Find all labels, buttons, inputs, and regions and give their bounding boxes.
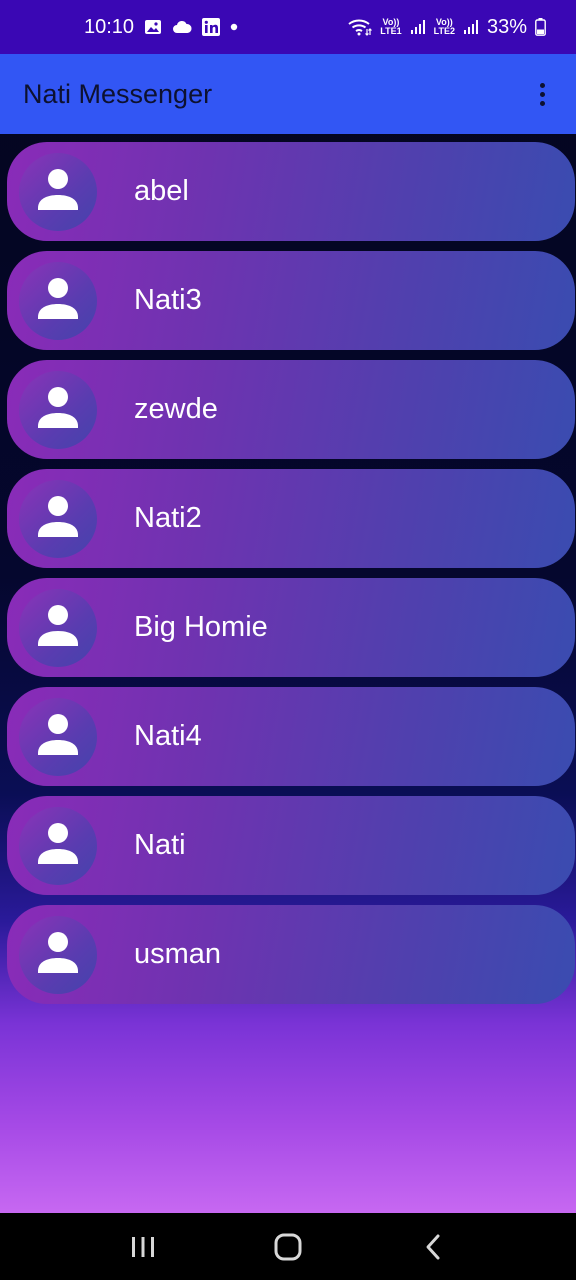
wifi-icon [348, 18, 373, 36]
battery-percent: 33% [486, 15, 527, 38]
person-icon [33, 600, 83, 655]
avatar [19, 697, 97, 776]
contact-item[interactable]: Nati [7, 796, 575, 895]
avatar [19, 588, 97, 667]
signal1-icon [410, 19, 426, 35]
avatar [19, 915, 97, 994]
status-right: Vo)) LTE1 Vo)) LTE2 33% [348, 16, 546, 39]
person-icon [33, 709, 83, 764]
status-bar: 10:10 Vo)) LTE1 Vo)) LTE2 33% [0, 0, 576, 54]
person-icon [33, 491, 83, 546]
person-icon [33, 273, 83, 328]
contact-item[interactable]: usman [7, 905, 575, 1004]
signal2-icon [463, 19, 479, 35]
home-icon[interactable] [258, 1217, 318, 1277]
sim2-indicator: Vo)) LTE2 [434, 18, 455, 36]
avatar [19, 370, 97, 449]
cloud-icon [172, 20, 192, 34]
contact-name: Big Homie [134, 611, 268, 643]
contact-name: abel [134, 175, 189, 207]
contact-item[interactable]: Nati4 [7, 687, 575, 786]
status-left: 10:10 [84, 16, 238, 39]
more-vert-icon[interactable] [530, 76, 554, 112]
contact-name: usman [134, 938, 222, 970]
contact-item[interactable]: Nati3 [7, 251, 575, 350]
person-icon [33, 927, 83, 982]
app-title: Nati Messenger [23, 78, 213, 109]
person-icon [33, 382, 83, 437]
avatar [19, 479, 97, 558]
battery-icon [535, 18, 546, 36]
sim1-lte-label: LTE1 [380, 26, 402, 36]
back-icon[interactable] [403, 1217, 463, 1277]
linkedin-icon [202, 18, 221, 36]
contact-item[interactable]: Nati2 [7, 469, 575, 568]
avatar [19, 152, 97, 231]
contact-item[interactable]: abel [7, 142, 575, 241]
menu-dot [539, 100, 545, 106]
app-bar: Nati Messenger [0, 54, 576, 134]
contact-list: abel Nati3 zewde Nati2 Big Homie Nati4 N… [7, 142, 575, 1014]
contact-item[interactable]: zewde [7, 360, 575, 459]
person-icon [33, 164, 83, 219]
avatar [19, 261, 97, 340]
contact-name: Nati2 [134, 502, 202, 534]
person-icon [33, 818, 83, 873]
contact-name: Nati [134, 829, 186, 861]
contact-name: zewde [134, 393, 218, 425]
sim2-lte-label: LTE2 [433, 26, 455, 36]
avatar [19, 806, 97, 885]
contact-name: Nati3 [134, 284, 202, 316]
gallery-icon [144, 18, 162, 36]
recents-icon[interactable] [113, 1217, 173, 1277]
status-time: 10:10 [84, 15, 135, 38]
sim1-indicator: Vo)) LTE1 [380, 18, 401, 36]
contact-item[interactable]: Big Homie [7, 578, 575, 677]
navigation-bar [0, 1213, 576, 1280]
menu-dot [539, 91, 545, 97]
contact-name: Nati4 [134, 720, 202, 752]
dot-icon [230, 23, 238, 31]
menu-dot [539, 82, 545, 88]
